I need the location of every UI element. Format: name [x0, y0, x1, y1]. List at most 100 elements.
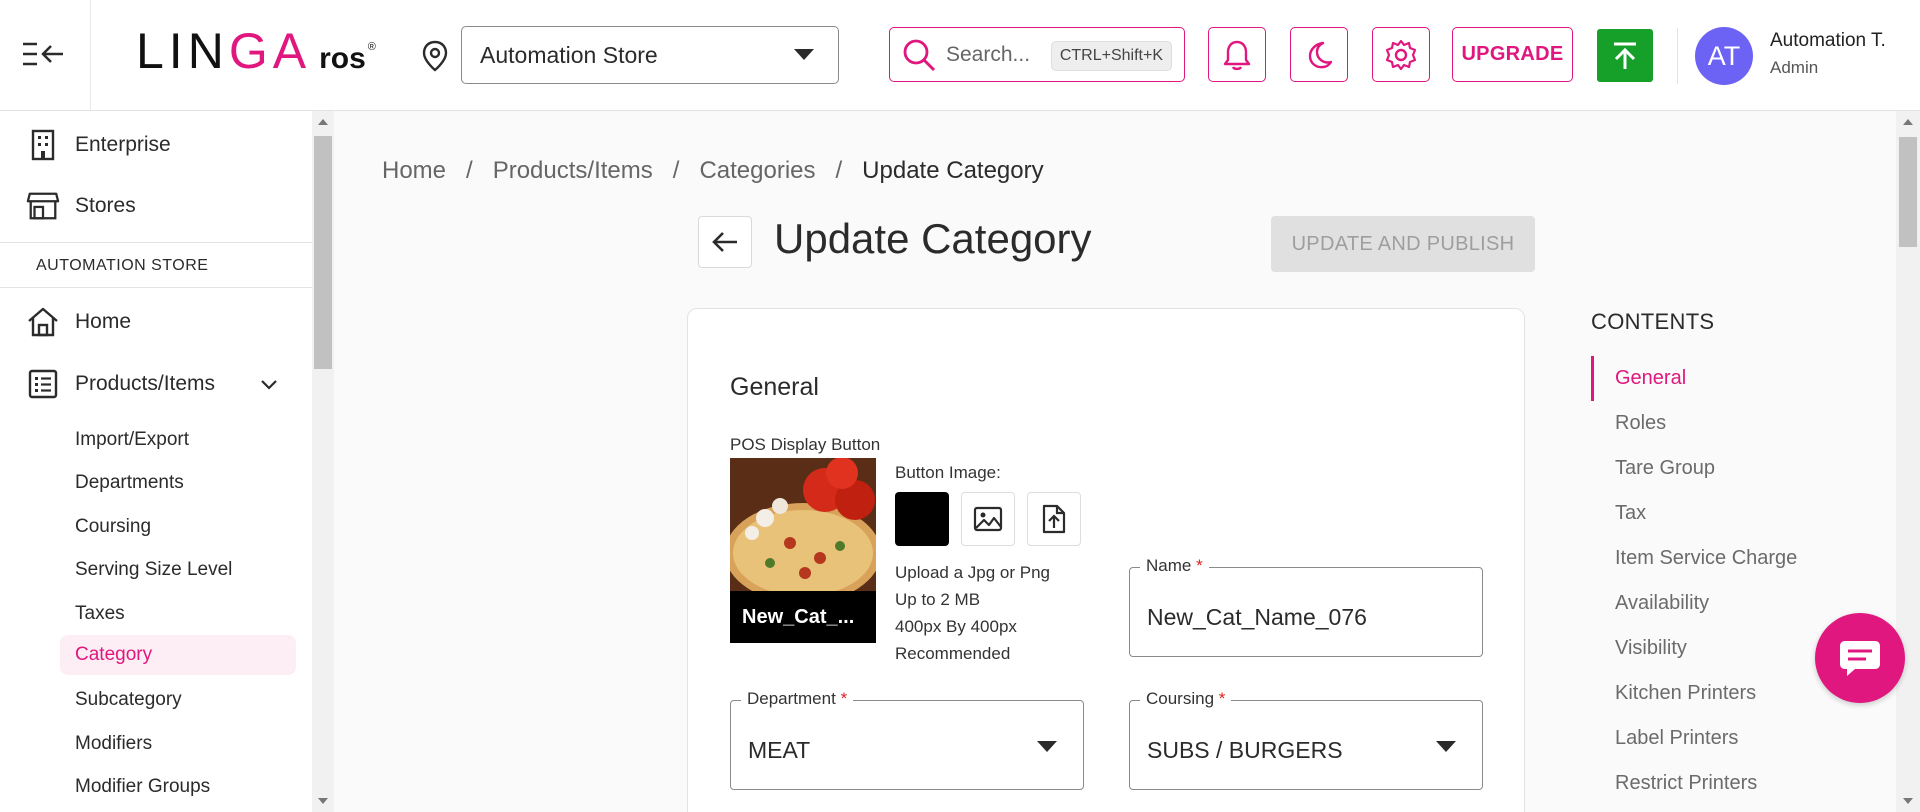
breadcrumb: Home / Products/Items / Categories / Upd…	[382, 157, 1044, 185]
user-role: Admin	[1770, 58, 1819, 77]
scroll-down-arrow-icon[interactable]	[318, 798, 328, 804]
contents-active-indicator	[1591, 356, 1594, 401]
name-field-label: Name *	[1140, 556, 1209, 576]
contents-item-item-service-charge[interactable]: Item Service Charge	[1615, 547, 1797, 570]
contents-item-availability[interactable]: Availability	[1615, 592, 1709, 615]
contents-item-roles[interactable]: Roles	[1615, 412, 1666, 435]
upload-info-line: Up to 2 MB	[895, 590, 981, 609]
header-divider	[1677, 28, 1678, 84]
sidebar-sub-item-departments[interactable]: Departments	[60, 463, 296, 503]
upload-info-line: Recommended	[895, 644, 1011, 663]
contents-item-restrict-printers[interactable]: Restrict Printers	[1615, 772, 1757, 795]
contents-item-kitchen-printers[interactable]: Kitchen Printers	[1615, 682, 1756, 705]
gear-icon	[1385, 39, 1417, 70]
department-field-label: Department *	[741, 689, 854, 709]
bell-icon	[1223, 40, 1251, 70]
coursing-select[interactable]: Coursing * SUBS / BURGERS	[1129, 689, 1483, 790]
sidebar-sub-item-coursing[interactable]: Coursing	[60, 507, 296, 547]
sidebar-sub-item-subcategory[interactable]: Subcategory	[60, 680, 296, 720]
sidebar-item-enterprise[interactable]: Enterprise	[0, 117, 312, 173]
building-icon	[26, 128, 60, 162]
upload-instructions: Upload a Jpg or Png Up to 2 MB 400px By …	[895, 559, 1050, 667]
moon-icon	[1308, 41, 1333, 68]
upgrade-button[interactable]: UPGRADE	[1452, 27, 1573, 82]
store-icon	[26, 189, 60, 223]
main-scrollbar[interactable]	[1896, 111, 1920, 812]
settings-button[interactable]	[1372, 27, 1430, 82]
sidebar-scroll-thumb[interactable]	[314, 136, 332, 369]
avatar[interactable]: AT	[1695, 27, 1753, 85]
publish-button[interactable]	[1597, 29, 1653, 82]
sidebar-sub-item-serving-size-level[interactable]: Serving Size Level	[60, 550, 296, 590]
breadcrumb-categories[interactable]: Categories	[699, 157, 815, 185]
scroll-up-arrow-icon[interactable]	[318, 119, 328, 125]
pizza-image	[730, 458, 876, 603]
sidebar-sub-item-modifier-groups[interactable]: Modifier Groups	[60, 767, 296, 807]
upload-info-line: 400px By 400px	[895, 617, 1017, 636]
dark-mode-button[interactable]	[1290, 27, 1348, 82]
button-color-swatch[interactable]	[895, 492, 949, 546]
search-icon	[903, 39, 936, 71]
image-icon	[973, 506, 1003, 532]
scroll-up-arrow-icon[interactable]	[1903, 119, 1913, 125]
sidebar-item-products[interactable]: Products/Items	[0, 356, 312, 412]
sidebar-sub-item-taxes[interactable]: Taxes	[60, 594, 296, 634]
section-title-general: General	[730, 373, 819, 401]
breadcrumb-products[interactable]: Products/Items	[493, 157, 653, 185]
name-field-value: New_Cat_Name_076	[1147, 604, 1367, 630]
breadcrumb-current: Update Category	[862, 157, 1044, 184]
notifications-button[interactable]	[1208, 27, 1266, 82]
file-upload-icon	[1042, 504, 1066, 534]
contents-item-general[interactable]: General	[1615, 367, 1686, 390]
store-select[interactable]: Automation Store	[461, 26, 839, 84]
header-divider	[90, 0, 91, 111]
sidebar: Enterprise Stores AUTOMATION STORE Home …	[0, 111, 312, 812]
page-title: Update Category	[774, 215, 1092, 262]
button-image-label: Button Image:	[895, 463, 1001, 482]
chevron-down-icon	[794, 49, 814, 60]
sidebar-sub-item-modifiers[interactable]: Modifiers	[60, 724, 296, 764]
coursing-field-label: Coursing *	[1140, 689, 1232, 709]
sidebar-sub-item-category[interactable]: Category	[60, 635, 296, 675]
search-placeholder: Search...	[946, 42, 1031, 66]
arrow-left-icon	[712, 232, 737, 252]
department-select-value: MEAT	[748, 737, 811, 763]
breadcrumb-separator: /	[466, 157, 473, 184]
general-card: General POS Display Button New_Cat_... B…	[687, 308, 1525, 812]
sidebar-scrollbar[interactable]	[312, 111, 334, 812]
list-icon	[26, 367, 60, 401]
upload-info-line: Upload a Jpg or Png	[895, 563, 1050, 582]
pos-display-label: POS Display Button	[730, 435, 881, 454]
chevron-down-icon[interactable]	[258, 373, 280, 395]
select-image-button[interactable]	[961, 492, 1015, 546]
department-select[interactable]: Department * MEAT	[730, 689, 1084, 790]
search-shortcut-badge: CTRL+Shift+K	[1050, 41, 1172, 71]
sidebar-sub-item-import-export[interactable]: Import/Export	[60, 420, 296, 460]
sidebar-item-label: Home	[75, 310, 132, 333]
contents-item-label-printers[interactable]: Label Printers	[1615, 727, 1738, 750]
menu-collapse-icon[interactable]	[18, 34, 68, 74]
top-header: LINGA ros ® Automation Store Search... C…	[0, 0, 1920, 111]
contents-item-visibility[interactable]: Visibility	[1615, 637, 1687, 660]
chat-button[interactable]	[1815, 613, 1905, 703]
pos-display-button-preview[interactable]: New_Cat_...	[730, 458, 876, 643]
back-button[interactable]	[698, 216, 752, 268]
main-scroll-thumb[interactable]	[1899, 137, 1917, 247]
sidebar-item-home[interactable]: Home	[0, 294, 312, 350]
linga-logo[interactable]: LINGA ros ®	[136, 26, 376, 76]
name-field[interactable]: Name * New_Cat_Name_076	[1129, 556, 1483, 657]
user-name[interactable]: Automation T.	[1770, 30, 1886, 52]
sidebar-section-title: AUTOMATION STORE	[36, 257, 209, 274]
scroll-down-arrow-icon[interactable]	[1903, 798, 1913, 804]
contents-item-tare-group[interactable]: Tare Group	[1615, 457, 1715, 480]
upload-file-button[interactable]	[1027, 492, 1081, 546]
update-and-publish-button[interactable]: UPDATE AND PUBLISH	[1271, 216, 1535, 272]
sidebar-divider	[0, 287, 312, 288]
sidebar-item-label: Enterprise	[75, 133, 171, 156]
breadcrumb-home[interactable]: Home	[382, 157, 446, 185]
contents-item-tax[interactable]: Tax	[1615, 502, 1646, 525]
chevron-down-icon	[1436, 741, 1456, 752]
sidebar-item-stores[interactable]: Stores	[0, 178, 312, 234]
home-icon	[26, 305, 60, 339]
search-input[interactable]: Search... CTRL+Shift+K	[889, 27, 1185, 82]
